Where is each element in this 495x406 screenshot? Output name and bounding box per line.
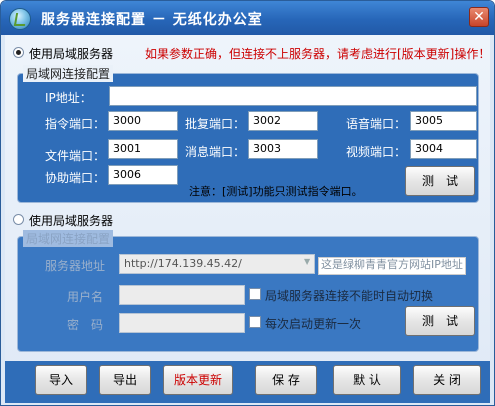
voice-port-input[interactable]: 3005 bbox=[410, 111, 477, 131]
save-button[interactable]: 保 存 bbox=[255, 365, 317, 395]
radio-wan-server[interactable] bbox=[13, 214, 24, 225]
voice-port-label: 语音端口： bbox=[346, 117, 407, 131]
radio-lan-server[interactable] bbox=[13, 47, 24, 58]
video-port-input[interactable]: 3004 bbox=[410, 139, 477, 159]
wan-test-button[interactable]: 测 试 bbox=[405, 306, 475, 336]
close-button[interactable]: 关 闭 bbox=[413, 365, 481, 395]
username-input[interactable] bbox=[119, 285, 245, 305]
server-address-combo[interactable]: http://174.139.45.42/ bbox=[119, 254, 315, 274]
reply-port-label: 批复端口： bbox=[185, 117, 246, 131]
import-button[interactable]: 导入 bbox=[35, 365, 87, 395]
password-label: 密 码 bbox=[67, 318, 104, 332]
assist-port-label: 协助端口： bbox=[45, 171, 106, 185]
default-button[interactable]: 默 认 bbox=[333, 365, 401, 395]
ip-input[interactable] bbox=[109, 86, 477, 106]
window-title: 服务器连接配置 － 无纸化办公室 bbox=[41, 12, 263, 28]
radio-wan-server-label[interactable]: 使用局域服务器 bbox=[29, 212, 113, 229]
auto-switch-label: 局域服务器连接不能时自动切换 bbox=[265, 289, 434, 303]
video-port-label: 视频端口： bbox=[346, 145, 407, 159]
test-note: 注意：[测试]功能只测试指令端口。 bbox=[189, 185, 363, 198]
chevron-down-icon[interactable]: ▼ bbox=[304, 257, 310, 266]
message-port-label: 消息端口： bbox=[185, 145, 246, 159]
server-address-label: 服务器地址 bbox=[45, 259, 106, 273]
command-port-label: 指令端口： bbox=[45, 117, 106, 131]
auto-update-label: 每次启动更新一次 bbox=[265, 317, 362, 331]
lan-config-title: 局域网连接配置 bbox=[23, 65, 114, 82]
reply-port-input[interactable]: 3002 bbox=[248, 111, 318, 131]
radio-lan-server-label[interactable]: 使用局域服务器 bbox=[29, 45, 113, 62]
password-input[interactable] bbox=[119, 313, 245, 333]
config-window: 服务器连接配置 － 无纸化办公室 ✕ 使用局域服务器 如果参数正确，但连接不上服… bbox=[0, 0, 495, 406]
assist-port-input[interactable]: 3006 bbox=[108, 165, 178, 185]
version-update-button[interactable]: 版本更新 bbox=[163, 365, 233, 395]
wan-config-title: 局域网连接配置 bbox=[23, 230, 114, 247]
warning-text: 如果参数正确，但连接不上服务器，请考虑进行[版本更新]操作！ bbox=[145, 47, 491, 61]
command-port-input[interactable]: 3000 bbox=[108, 111, 178, 131]
username-label: 用户名 bbox=[67, 290, 104, 304]
lan-test-button[interactable]: 测 试 bbox=[405, 166, 475, 196]
auto-update-checkbox[interactable] bbox=[249, 316, 261, 328]
title-bar[interactable]: 服务器连接配置 － 无纸化办公室 ✕ bbox=[1, 1, 494, 35]
app-logo-icon bbox=[9, 8, 31, 30]
auto-switch-checkbox[interactable] bbox=[249, 288, 261, 300]
dialog-body: 使用局域服务器 如果参数正确，但连接不上服务器，请考虑进行[版本更新]操作！ 局… bbox=[5, 35, 490, 403]
message-port-input[interactable]: 3003 bbox=[248, 139, 318, 159]
ip-label: IP地址： bbox=[45, 91, 92, 105]
file-port-label: 文件端口： bbox=[45, 149, 106, 163]
export-button[interactable]: 导出 bbox=[99, 365, 151, 395]
server-hint: 这是绿柳青青官方网站IP地址 bbox=[318, 257, 466, 275]
close-icon[interactable]: ✕ bbox=[469, 7, 489, 27]
file-port-input[interactable]: 3001 bbox=[108, 139, 178, 159]
